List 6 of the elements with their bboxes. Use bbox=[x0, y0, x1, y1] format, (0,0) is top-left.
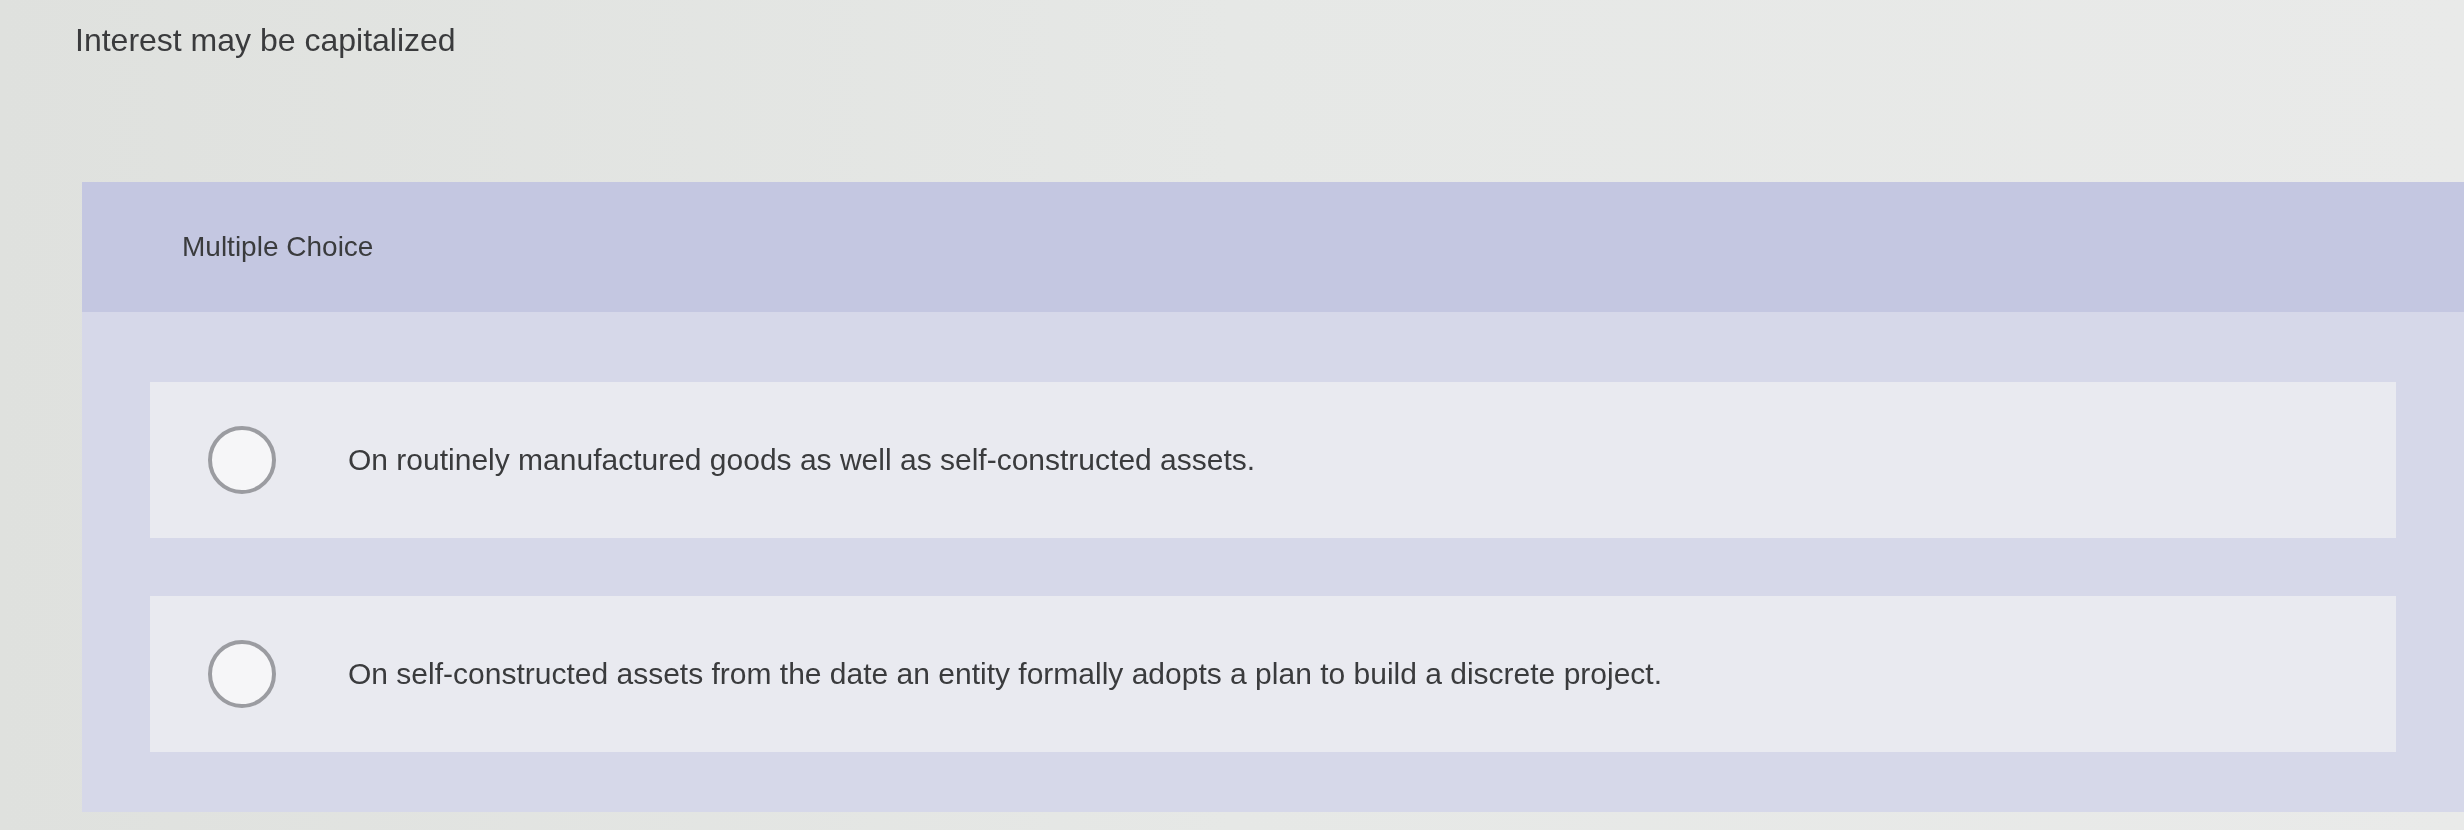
answer-option[interactable]: On routinely manufactured goods as well as self-constructed assets. bbox=[150, 382, 2396, 538]
answer-option[interactable]: On self-constructed assets from the date an entity formally adopts a plan to build a discrete project. bbox=[150, 596, 2396, 752]
question-type-label: Multiple Choice bbox=[182, 230, 374, 264]
option-text: On routinely manufactured goods as well as self-constructed assets. bbox=[348, 442, 1256, 478]
question-text: Interest may be capitalized bbox=[75, 22, 456, 58]
option-text: On self-constructed assets from the date an entity formally adopts a plan to build a discrete project. bbox=[348, 656, 1662, 692]
